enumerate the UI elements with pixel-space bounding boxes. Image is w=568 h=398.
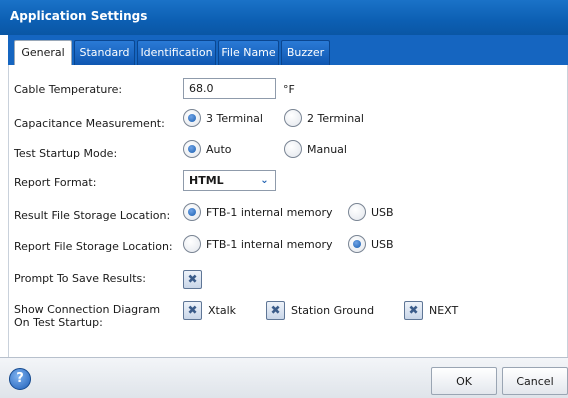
report-format-label: Report Format:: [14, 176, 97, 189]
radio-auto-label: Auto: [206, 142, 232, 156]
next-label: NEXT: [429, 303, 459, 317]
connection-diagram-label-line2: On Test Startup:: [14, 316, 103, 329]
capacitance-2-terminal[interactable]: 2 Terminal: [284, 108, 364, 128]
dialog-footer: ? OK Cancel: [0, 357, 568, 398]
radio-report-usb-label: USB: [371, 237, 394, 251]
report-storage-label: Report File Storage Location:: [14, 240, 173, 253]
radio-3-terminal[interactable]: [183, 109, 201, 127]
radio-2-terminal-label: 2 Terminal: [307, 111, 364, 125]
xtalk-label: Xtalk: [208, 303, 237, 317]
temperature-unit: °F: [283, 83, 295, 96]
cable-temperature-input[interactable]: 68.0: [183, 78, 276, 99]
station-ground-label: Station Ground: [291, 303, 375, 317]
tab-general[interactable]: General: [14, 40, 72, 66]
radio-manual-label: Manual: [307, 142, 347, 156]
connection-diagram-label-line1: Show Connection Diagram: [14, 303, 161, 316]
xtalk-checkbox[interactable]: ✖: [183, 300, 202, 320]
station-ground-checkbox[interactable]: ✖: [266, 300, 285, 320]
application-settings-window: Application Settings General Standard Id…: [0, 0, 568, 398]
radio-2-terminal[interactable]: [284, 109, 302, 127]
radio-result-internal[interactable]: [183, 203, 201, 221]
prompt-save-checkbox-group[interactable]: ✖: [183, 269, 202, 289]
tab-standard[interactable]: Standard: [74, 40, 135, 65]
ok-button[interactable]: OK: [431, 367, 497, 395]
radio-manual[interactable]: [284, 140, 302, 158]
help-icon[interactable]: ?: [9, 368, 31, 390]
chevron-down-icon: ⌄: [260, 175, 269, 186]
radio-result-internal-label: FTB-1 internal memory: [206, 205, 333, 219]
report-format-select[interactable]: HTML ⌄: [183, 170, 276, 191]
result-storage-internal[interactable]: FTB-1 internal memory: [183, 202, 333, 222]
tab-file-name[interactable]: File Name: [218, 40, 279, 65]
next-option[interactable]: ✖ NEXT: [404, 300, 458, 320]
prompt-save-label: Prompt To Save Results:: [14, 272, 146, 285]
radio-report-usb[interactable]: [348, 235, 366, 253]
result-storage-label: Result File Storage Location:: [14, 209, 171, 222]
radio-auto[interactable]: [183, 140, 201, 158]
radio-3-terminal-label: 3 Terminal: [206, 111, 263, 125]
startup-mode-label: Test Startup Mode:: [14, 147, 118, 160]
tab-buzzer[interactable]: Buzzer: [281, 40, 330, 65]
radio-report-internal-label: FTB-1 internal memory: [206, 237, 333, 251]
radio-report-internal[interactable]: [183, 235, 201, 253]
station-ground-option[interactable]: ✖ Station Ground: [266, 300, 374, 320]
prompt-save-checkbox[interactable]: ✖: [183, 269, 202, 289]
window-title: Application Settings: [0, 0, 568, 35]
tab-identification[interactable]: Identification: [137, 40, 216, 65]
capacitance-3-terminal[interactable]: 3 Terminal: [183, 108, 263, 128]
radio-result-usb[interactable]: [348, 203, 366, 221]
xtalk-option[interactable]: ✖ Xtalk: [183, 300, 236, 320]
startup-mode-manual[interactable]: Manual: [284, 139, 347, 159]
startup-mode-auto[interactable]: Auto: [183, 139, 232, 159]
report-storage-internal[interactable]: FTB-1 internal memory: [183, 234, 333, 254]
report-format-value: HTML: [189, 174, 224, 187]
result-storage-usb[interactable]: USB: [348, 202, 394, 222]
next-checkbox[interactable]: ✖: [404, 300, 423, 320]
radio-result-usb-label: USB: [371, 205, 394, 219]
tab-strip: General Standard Identification File Nam…: [8, 35, 568, 66]
report-storage-usb[interactable]: USB: [348, 234, 394, 254]
capacitance-label: Capacitance Measurement:: [14, 117, 165, 130]
cancel-button[interactable]: Cancel: [502, 367, 568, 395]
cable-temperature-label: Cable Temperature:: [14, 83, 123, 96]
